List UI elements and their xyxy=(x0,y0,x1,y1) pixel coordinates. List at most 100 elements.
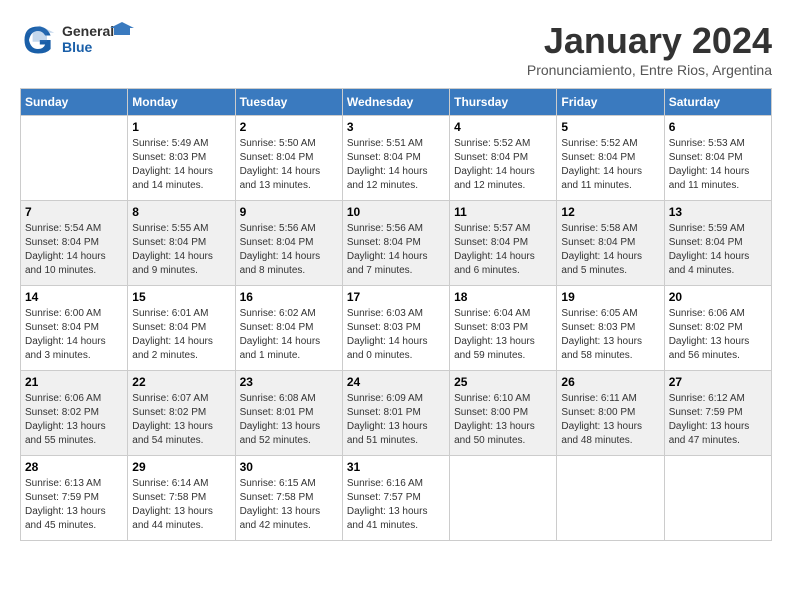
calendar-cell: 4Sunrise: 5:52 AMSunset: 8:04 PMDaylight… xyxy=(450,116,557,201)
day-info: Sunrise: 6:06 AMSunset: 8:02 PMDaylight:… xyxy=(25,392,123,448)
week-row-1: 1 Sunrise: 5:49 AMSunset: 8:03 PMDaylight… xyxy=(21,116,772,201)
location: Pronunciamiento, Entre Rios, Argentina xyxy=(527,62,772,78)
day-number: 13 xyxy=(669,205,767,219)
calendar-cell: 2 Sunrise: 5:50 AMSunset: 8:04 PMDaylight… xyxy=(235,116,342,201)
logo-icon xyxy=(20,22,56,58)
day-info: Sunrise: 6:09 AMSunset: 8:01 PMDaylight:… xyxy=(347,392,445,448)
weekday-header-sunday: Sunday xyxy=(21,89,128,116)
logo: General Blue xyxy=(20,20,142,60)
title-block: January 2024 Pronunciamiento, Entre Rios… xyxy=(527,20,772,78)
calendar-cell xyxy=(21,116,128,201)
calendar-cell xyxy=(450,456,557,541)
day-number: 6 xyxy=(669,120,767,134)
month-title: January 2024 xyxy=(527,20,772,62)
day-number: 22 xyxy=(132,375,230,389)
calendar-cell: 18 Sunrise: 6:04 AMSunset: 8:03 PMDayligh… xyxy=(450,286,557,371)
day-number: 29 xyxy=(132,460,230,474)
calendar-cell: 3 Sunrise: 5:51 AMSunset: 8:04 PMDaylight… xyxy=(342,116,449,201)
calendar-cell: 19Sunrise: 6:05 AMSunset: 8:03 PMDayligh… xyxy=(557,286,664,371)
day-number: 20 xyxy=(669,290,767,304)
day-info: Sunrise: 6:12 AMSunset: 7:59 PMDaylight:… xyxy=(669,392,767,448)
calendar-cell: 16 Sunrise: 6:02 AMSunset: 8:04 PMDayligh… xyxy=(235,286,342,371)
logo-text: General Blue xyxy=(62,20,142,60)
day-info: Sunrise: 6:11 AMSunset: 8:00 PMDaylight:… xyxy=(561,392,659,448)
calendar-cell: 10 Sunrise: 5:56 AMSunset: 8:04 PMDayligh… xyxy=(342,201,449,286)
day-info: Sunrise: 6:03 AMSunset: 8:03 PMDaylight:… xyxy=(347,307,445,363)
day-info: Sunrise: 5:54 AMSunset: 8:04 PMDaylight:… xyxy=(25,222,123,278)
weekday-header-saturday: Saturday xyxy=(664,89,771,116)
day-number: 8 xyxy=(132,205,230,219)
calendar-cell: 13Sunrise: 5:59 AMSunset: 8:04 PMDayligh… xyxy=(664,201,771,286)
calendar-table: SundayMondayTuesdayWednesdayThursdayFrid… xyxy=(20,88,772,541)
calendar-cell: 20Sunrise: 6:06 AMSunset: 8:02 PMDayligh… xyxy=(664,286,771,371)
day-number: 3 xyxy=(347,120,445,134)
calendar-cell xyxy=(664,456,771,541)
week-row-3: 14 Sunrise: 6:00 AMSunset: 8:04 PMDayligh… xyxy=(21,286,772,371)
day-info: Sunrise: 5:51 AMSunset: 8:04 PMDaylight:… xyxy=(347,137,445,193)
day-info: Sunrise: 6:04 AMSunset: 8:03 PMDaylight:… xyxy=(454,307,552,363)
day-number: 31 xyxy=(347,460,445,474)
day-number: 10 xyxy=(347,205,445,219)
calendar-cell: 7 Sunrise: 5:54 AMSunset: 8:04 PMDaylight… xyxy=(21,201,128,286)
weekday-header-tuesday: Tuesday xyxy=(235,89,342,116)
day-number: 2 xyxy=(240,120,338,134)
weekday-header-wednesday: Wednesday xyxy=(342,89,449,116)
day-number: 27 xyxy=(669,375,767,389)
day-number: 7 xyxy=(25,205,123,219)
day-info: Sunrise: 5:49 AMSunset: 8:03 PMDaylight:… xyxy=(132,137,230,193)
day-number: 28 xyxy=(25,460,123,474)
day-info: Sunrise: 6:02 AMSunset: 8:04 PMDaylight:… xyxy=(240,307,338,363)
calendar-cell: 11 Sunrise: 5:57 AMSunset: 8:04 PMDayligh… xyxy=(450,201,557,286)
day-number: 25 xyxy=(454,375,552,389)
calendar-cell: 14 Sunrise: 6:00 AMSunset: 8:04 PMDayligh… xyxy=(21,286,128,371)
calendar-cell: 27 Sunrise: 6:12 AMSunset: 7:59 PMDayligh… xyxy=(664,371,771,456)
day-number: 5 xyxy=(561,120,659,134)
calendar-cell xyxy=(557,456,664,541)
day-info: Sunrise: 6:16 AMSunset: 7:57 PMDaylight:… xyxy=(347,477,445,533)
day-info: Sunrise: 6:05 AMSunset: 8:03 PMDaylight:… xyxy=(561,307,659,363)
day-number: 4 xyxy=(454,120,552,134)
day-info: Sunrise: 5:52 AMSunset: 8:04 PMDaylight:… xyxy=(561,137,659,193)
day-info: Sunrise: 5:53 AMSunset: 8:04 PMDaylight:… xyxy=(669,137,767,193)
day-info: Sunrise: 6:13 AMSunset: 7:59 PMDaylight:… xyxy=(25,477,123,533)
day-info: Sunrise: 6:14 AMSunset: 7:58 PMDaylight:… xyxy=(132,477,230,533)
weekday-header-row: SundayMondayTuesdayWednesdayThursdayFrid… xyxy=(21,89,772,116)
day-number: 1 xyxy=(132,120,230,134)
day-number: 26 xyxy=(561,375,659,389)
day-info: Sunrise: 6:00 AMSunset: 8:04 PMDaylight:… xyxy=(25,307,123,363)
calendar-cell: 31 Sunrise: 6:16 AMSunset: 7:57 PMDayligh… xyxy=(342,456,449,541)
week-row-4: 21Sunrise: 6:06 AMSunset: 8:02 PMDayligh… xyxy=(21,371,772,456)
calendar-cell: 28 Sunrise: 6:13 AMSunset: 7:59 PMDayligh… xyxy=(21,456,128,541)
calendar-cell: 17 Sunrise: 6:03 AMSunset: 8:03 PMDayligh… xyxy=(342,286,449,371)
day-info: Sunrise: 6:07 AMSunset: 8:02 PMDaylight:… xyxy=(132,392,230,448)
page-header: General Blue January 2024 Pronunciamient… xyxy=(20,20,772,78)
calendar-cell: 1 Sunrise: 5:49 AMSunset: 8:03 PMDaylight… xyxy=(128,116,235,201)
day-number: 16 xyxy=(240,290,338,304)
day-number: 30 xyxy=(240,460,338,474)
day-number: 11 xyxy=(454,205,552,219)
day-number: 15 xyxy=(132,290,230,304)
day-info: Sunrise: 5:50 AMSunset: 8:04 PMDaylight:… xyxy=(240,137,338,193)
calendar-cell: 9Sunrise: 5:56 AMSunset: 8:04 PMDaylight… xyxy=(235,201,342,286)
day-number: 14 xyxy=(25,290,123,304)
calendar-cell: 23Sunrise: 6:08 AMSunset: 8:01 PMDayligh… xyxy=(235,371,342,456)
day-number: 18 xyxy=(454,290,552,304)
calendar-cell: 30 Sunrise: 6:15 AMSunset: 7:58 PMDayligh… xyxy=(235,456,342,541)
weekday-header-thursday: Thursday xyxy=(450,89,557,116)
day-info: Sunrise: 6:01 AMSunset: 8:04 PMDaylight:… xyxy=(132,307,230,363)
day-info: Sunrise: 5:55 AMSunset: 8:04 PMDaylight:… xyxy=(132,222,230,278)
day-number: 24 xyxy=(347,375,445,389)
week-row-5: 28 Sunrise: 6:13 AMSunset: 7:59 PMDayligh… xyxy=(21,456,772,541)
calendar-cell: 25 Sunrise: 6:10 AMSunset: 8:00 PMDayligh… xyxy=(450,371,557,456)
day-info: Sunrise: 5:57 AMSunset: 8:04 PMDaylight:… xyxy=(454,222,552,278)
weekday-header-friday: Friday xyxy=(557,89,664,116)
day-info: Sunrise: 5:56 AMSunset: 8:04 PMDaylight:… xyxy=(240,222,338,278)
weekday-header-monday: Monday xyxy=(128,89,235,116)
day-info: Sunrise: 6:10 AMSunset: 8:00 PMDaylight:… xyxy=(454,392,552,448)
day-info: Sunrise: 5:56 AMSunset: 8:04 PMDaylight:… xyxy=(347,222,445,278)
day-info: Sunrise: 6:15 AMSunset: 7:58 PMDaylight:… xyxy=(240,477,338,533)
day-number: 17 xyxy=(347,290,445,304)
svg-text:Blue: Blue xyxy=(62,39,93,55)
day-number: 12 xyxy=(561,205,659,219)
week-row-2: 7 Sunrise: 5:54 AMSunset: 8:04 PMDaylight… xyxy=(21,201,772,286)
